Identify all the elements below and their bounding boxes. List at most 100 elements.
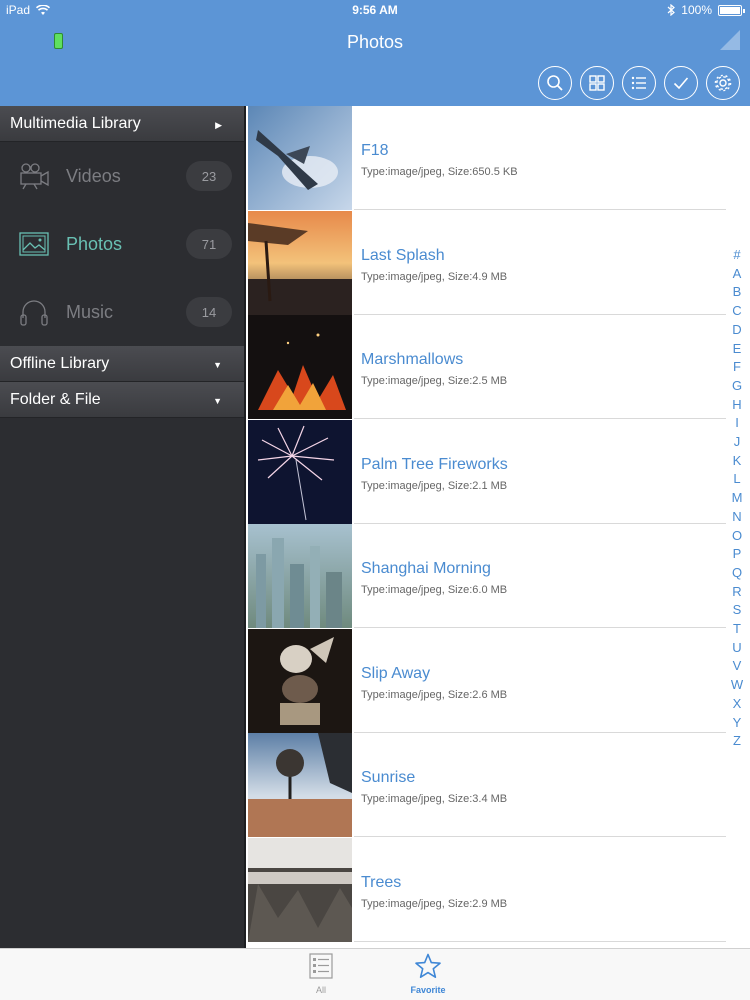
photo-info: Type:image/jpeg, Size:650.5 KB: [361, 166, 518, 178]
photo-info: Type:image/jpeg, Size:6.0 MB: [361, 584, 508, 596]
count-badge: 23: [186, 161, 232, 191]
photo-row[interactable]: F18 Type:image/jpeg, Size:650.5 KB: [248, 106, 726, 210]
index-letter[interactable]: A: [733, 265, 742, 284]
offline-library-label: Offline Library: [10, 354, 110, 372]
photo-info: Type:image/jpeg, Size:2.1 MB: [361, 479, 508, 492]
status-right: 100%: [667, 3, 745, 17]
chevron-down-icon: ▼: [213, 360, 222, 370]
list-icon: [309, 953, 333, 979]
index-letter[interactable]: M: [732, 489, 743, 508]
grid-view-icon: [589, 75, 605, 91]
index-letter[interactable]: L: [733, 470, 740, 489]
index-letter[interactable]: Q: [732, 564, 742, 583]
photo-title: Slip Away: [361, 664, 431, 682]
photo-row[interactable]: Palm Tree Fireworks Type:image/jpeg, Siz…: [248, 419, 726, 524]
gear-icon: [714, 74, 732, 92]
photo-title: Shanghai Morning: [361, 560, 491, 577]
index-letter[interactable]: #: [733, 246, 740, 265]
thumbnail: [248, 733, 352, 837]
photo-info: Type:image/jpeg, Size:2.5 MB: [361, 375, 508, 387]
index-letter[interactable]: V: [733, 657, 742, 676]
bluetooth-icon: [667, 4, 676, 16]
index-letter[interactable]: C: [732, 302, 741, 321]
sidebar-item-videos[interactable]: Videos 23: [0, 142, 244, 210]
index-letter[interactable]: I: [735, 414, 739, 433]
status-bar: iPad 9:56 AM 100%: [0, 0, 750, 22]
index-letter[interactable]: N: [732, 508, 741, 527]
select-button[interactable]: [664, 66, 698, 100]
sidebar-item-label: Music: [66, 301, 114, 322]
check-icon: [673, 77, 689, 90]
photo-row[interactable]: Marshmallows Type:image/jpeg, Size:2.5 M…: [248, 315, 726, 419]
video-camera-icon: [20, 163, 49, 190]
list-view-button[interactable]: [622, 66, 656, 100]
index-letter[interactable]: H: [732, 396, 741, 415]
index-letter[interactable]: X: [733, 695, 742, 714]
chevron-down-icon: ▼: [213, 396, 222, 406]
settings-button[interactable]: [706, 66, 740, 100]
multimedia-library-label: Multimedia Library: [10, 114, 141, 132]
photo-icon: [19, 232, 49, 256]
index-letter[interactable]: U: [732, 639, 741, 658]
photo-info: Type:image/jpeg, Size:2.9 MB: [361, 897, 508, 910]
index-letter[interactable]: T: [733, 620, 741, 639]
index-letter[interactable]: D: [732, 321, 741, 340]
photo-row[interactable]: Last Splash Type:image/jpeg, Size:4.9 MB: [248, 210, 726, 315]
tab-bar: All Favorite: [0, 948, 750, 1000]
index-letter[interactable]: W: [731, 676, 743, 695]
photo-row[interactable]: Shanghai Morning Type:image/jpeg, Size:6…: [248, 524, 726, 628]
index-letter[interactable]: R: [732, 583, 741, 602]
photo-title: Trees: [361, 873, 402, 891]
index-letter[interactable]: Y: [733, 714, 742, 733]
photo-title: Palm Tree Fireworks: [361, 455, 508, 473]
sidebar-item-music[interactable]: Music 14: [0, 278, 244, 346]
multimedia-library-header[interactable]: Multimedia Library ▶: [0, 106, 244, 142]
count-badge: 71: [186, 229, 232, 259]
photo-row[interactable]: Trees Type:image/jpeg, Size:2.9 MB: [248, 837, 726, 942]
sidebar: Multimedia Library ▶ Videos 23 Photos 71: [0, 106, 246, 948]
thumbnail: [248, 524, 352, 628]
photo-info: Type:image/jpeg, Size:3.4 MB: [361, 793, 508, 805]
index-letter[interactable]: G: [732, 377, 742, 396]
index-letter[interactable]: F: [733, 358, 741, 377]
page-title: Photos: [346, 32, 404, 52]
tab-all-label: All: [315, 985, 326, 995]
battery-percent: 100%: [681, 3, 712, 17]
index-letter[interactable]: J: [734, 433, 741, 452]
sidebar-item-photos[interactable]: Photos 71: [0, 210, 244, 278]
index-letter[interactable]: K: [733, 452, 742, 471]
photo-info: Type:image/jpeg, Size:4.9 MB: [361, 270, 508, 283]
arrow-right-icon: ▶: [215, 120, 222, 130]
offline-library-header[interactable]: Offline Library ▼: [0, 346, 244, 382]
photo-info: Type:image/jpeg, Size:2.6 MB: [361, 688, 508, 701]
tab-favorite-label: Favorite: [410, 985, 446, 995]
grid-view-button[interactable]: [580, 66, 614, 100]
star-icon: [415, 953, 441, 978]
photo-row[interactable]: Sunrise Type:image/jpeg, Size:3.4 MB: [248, 733, 726, 837]
index-letter[interactable]: Z: [733, 732, 741, 751]
toolbar: [538, 66, 740, 100]
index-letter[interactable]: E: [733, 340, 742, 359]
alphabet-index[interactable]: # A B C D E F G H I J K L M N O P Q R S T U V W X Y Z: [730, 246, 744, 751]
index-letter[interactable]: P: [733, 545, 742, 564]
index-letter[interactable]: B: [733, 283, 742, 302]
headphones-icon: [20, 300, 48, 326]
corner-triangle-icon: [720, 30, 740, 50]
photo-row[interactable]: Slip Away Type:image/jpeg, Size:2.6 MB: [248, 628, 726, 733]
battery-icon: [718, 4, 745, 16]
index-letter[interactable]: O: [732, 527, 742, 546]
status-time: 9:56 AM: [352, 3, 398, 17]
search-button[interactable]: [538, 66, 572, 100]
photo-title: Marshmallows: [361, 351, 464, 368]
list-view-icon: [631, 76, 646, 90]
count-badge: 14: [186, 297, 232, 327]
thumbnail: [248, 837, 352, 942]
photo-title: Sunrise: [361, 769, 416, 786]
index-letter[interactable]: S: [733, 601, 742, 620]
search-icon: [547, 75, 563, 91]
thumbnail: [248, 628, 352, 733]
folder-file-header[interactable]: Folder & File ▼: [0, 382, 244, 418]
folder-file-label: Folder & File: [10, 390, 101, 408]
tab-favorite[interactable]: Favorite: [398, 953, 458, 995]
tab-all[interactable]: All: [291, 953, 351, 995]
